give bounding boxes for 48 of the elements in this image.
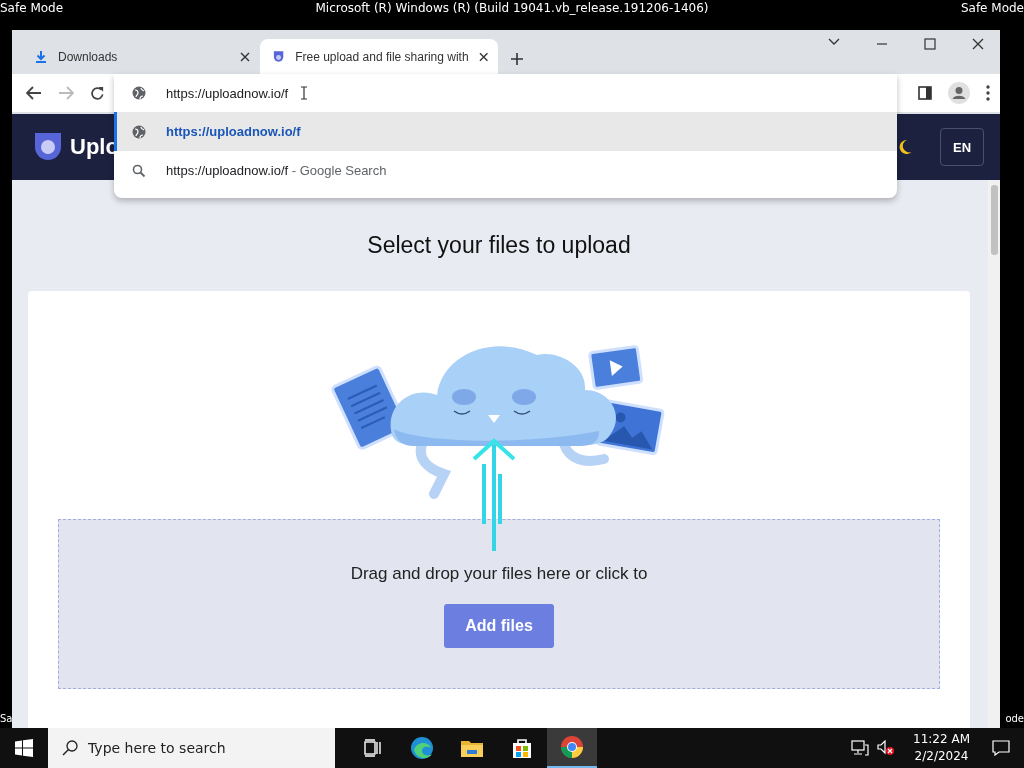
globe-icon: [132, 86, 146, 100]
chevron-down-icon[interactable]: [828, 38, 840, 46]
search-icon: [132, 163, 146, 178]
add-files-button[interactable]: Add files: [444, 604, 554, 648]
browser-tab[interactable]: Downloads: [22, 39, 260, 74]
close-icon[interactable]: [478, 51, 488, 62]
reload-icon[interactable]: [90, 85, 105, 101]
text-cursor-icon: [300, 86, 309, 100]
moon-icon[interactable]: [898, 139, 912, 155]
logo-icon: [34, 132, 62, 162]
safe-mode-label: Safe Mode: [0, 1, 64, 15]
side-panel-icon[interactable]: [918, 86, 932, 100]
close-icon[interactable]: [240, 51, 250, 62]
forward-arrow-icon: [58, 86, 74, 100]
profile-icon[interactable]: [948, 82, 970, 104]
language-button[interactable]: EN: [940, 128, 984, 166]
network-icon[interactable]: [851, 740, 870, 756]
taskbar-search-field[interactable]: Type here to search: [48, 728, 335, 768]
safe-mode-label: ode: [1005, 713, 1024, 724]
safe-mode-label: Sa: [0, 713, 12, 724]
drop-instructions: Drag and drop your files here or click to: [350, 564, 648, 584]
speaker-muted-icon[interactable]: [877, 740, 896, 756]
close-icon[interactable]: [972, 38, 984, 50]
task-view-icon: [363, 739, 381, 757]
clock[interactable]: 11:22 AM 2/2/2024: [913, 731, 970, 765]
menu-icon[interactable]: [986, 85, 990, 101]
window-title: Microsoft (R) Windows (R) (Build 19041.vb_release.191206-1406): [315, 1, 709, 15]
store-bag-icon: [510, 736, 534, 760]
taskbar-app-button[interactable]: [547, 728, 597, 768]
search-icon: [62, 740, 78, 756]
address-field[interactable]: https://uploadnow.io/f: [166, 85, 289, 101]
new-tab-icon[interactable]: [510, 52, 524, 66]
back-arrow-icon[interactable]: [26, 86, 42, 100]
maximize-icon[interactable]: [924, 38, 936, 50]
download-icon: [34, 49, 48, 64]
page-heading: Select your files to upload: [366, 232, 632, 259]
browser-icon: [560, 735, 584, 759]
site-icon: [272, 49, 286, 64]
browser-icon: [410, 736, 434, 760]
suggestion-item[interactable]: https://uploadnow.io/f: [114, 112, 897, 151]
browser-tab[interactable]: Free upload and file sharing with: [260, 39, 498, 74]
windows-start-icon[interactable]: [15, 739, 33, 757]
globe-icon: [132, 124, 146, 139]
notification-icon[interactable]: [992, 740, 1010, 756]
drop-zone[interactable]: Drag and drop your files here or click to Add files: [58, 519, 940, 689]
scrollbar[interactable]: [988, 180, 1000, 728]
safe-mode-label: Safe Mode: [960, 1, 1024, 15]
suggestion-item[interactable]: https://uploadnow.io/f - Google Search: [114, 151, 897, 190]
